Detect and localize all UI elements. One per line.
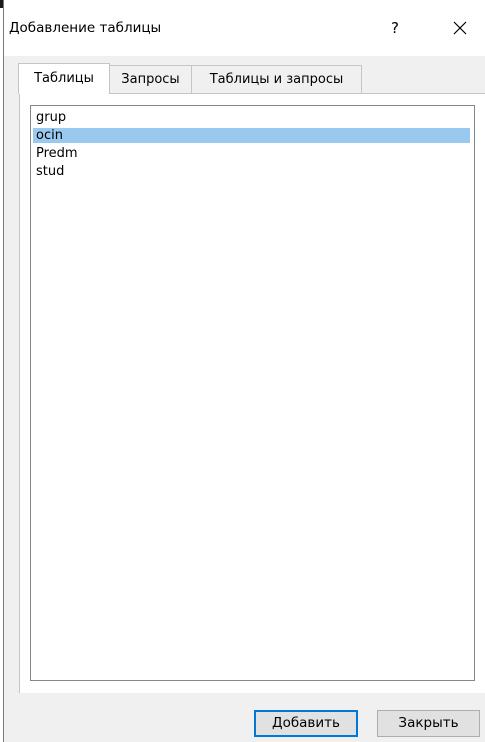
tab-queries[interactable]: Запросы	[109, 65, 192, 93]
list-item-grup[interactable]: grup	[33, 110, 470, 125]
close-button[interactable]: Закрыть	[377, 710, 480, 737]
list-item-predm[interactable]: Predm	[33, 146, 470, 161]
tab-bar: Таблицы Запросы Таблицы и запросы	[4, 56, 485, 94]
tab-tables[interactable]: Таблицы	[18, 63, 110, 94]
tab-label: Таблицы и запросы	[209, 72, 344, 87]
add-button[interactable]: Добавить	[254, 710, 358, 737]
window-left-mark	[0, 0, 3, 8]
tab-tables-and-queries[interactable]: Таблицы и запросы	[191, 65, 362, 93]
tab-label: Запросы	[121, 72, 180, 87]
tab-label: Таблицы	[34, 71, 94, 86]
dialog-title: Добавление таблицы	[9, 20, 162, 36]
list-item-stud[interactable]: stud	[33, 164, 470, 179]
window-left-border	[3, 0, 4, 742]
close-window-button[interactable]	[443, 11, 477, 45]
list-item-ocin[interactable]: ocin	[33, 128, 470, 143]
close-icon	[453, 21, 467, 35]
help-button[interactable]: ?	[380, 11, 410, 45]
title-bar: Добавление таблицы ?	[4, 0, 485, 56]
table-listbox[interactable]: grup ocin Predm stud	[30, 105, 475, 681]
